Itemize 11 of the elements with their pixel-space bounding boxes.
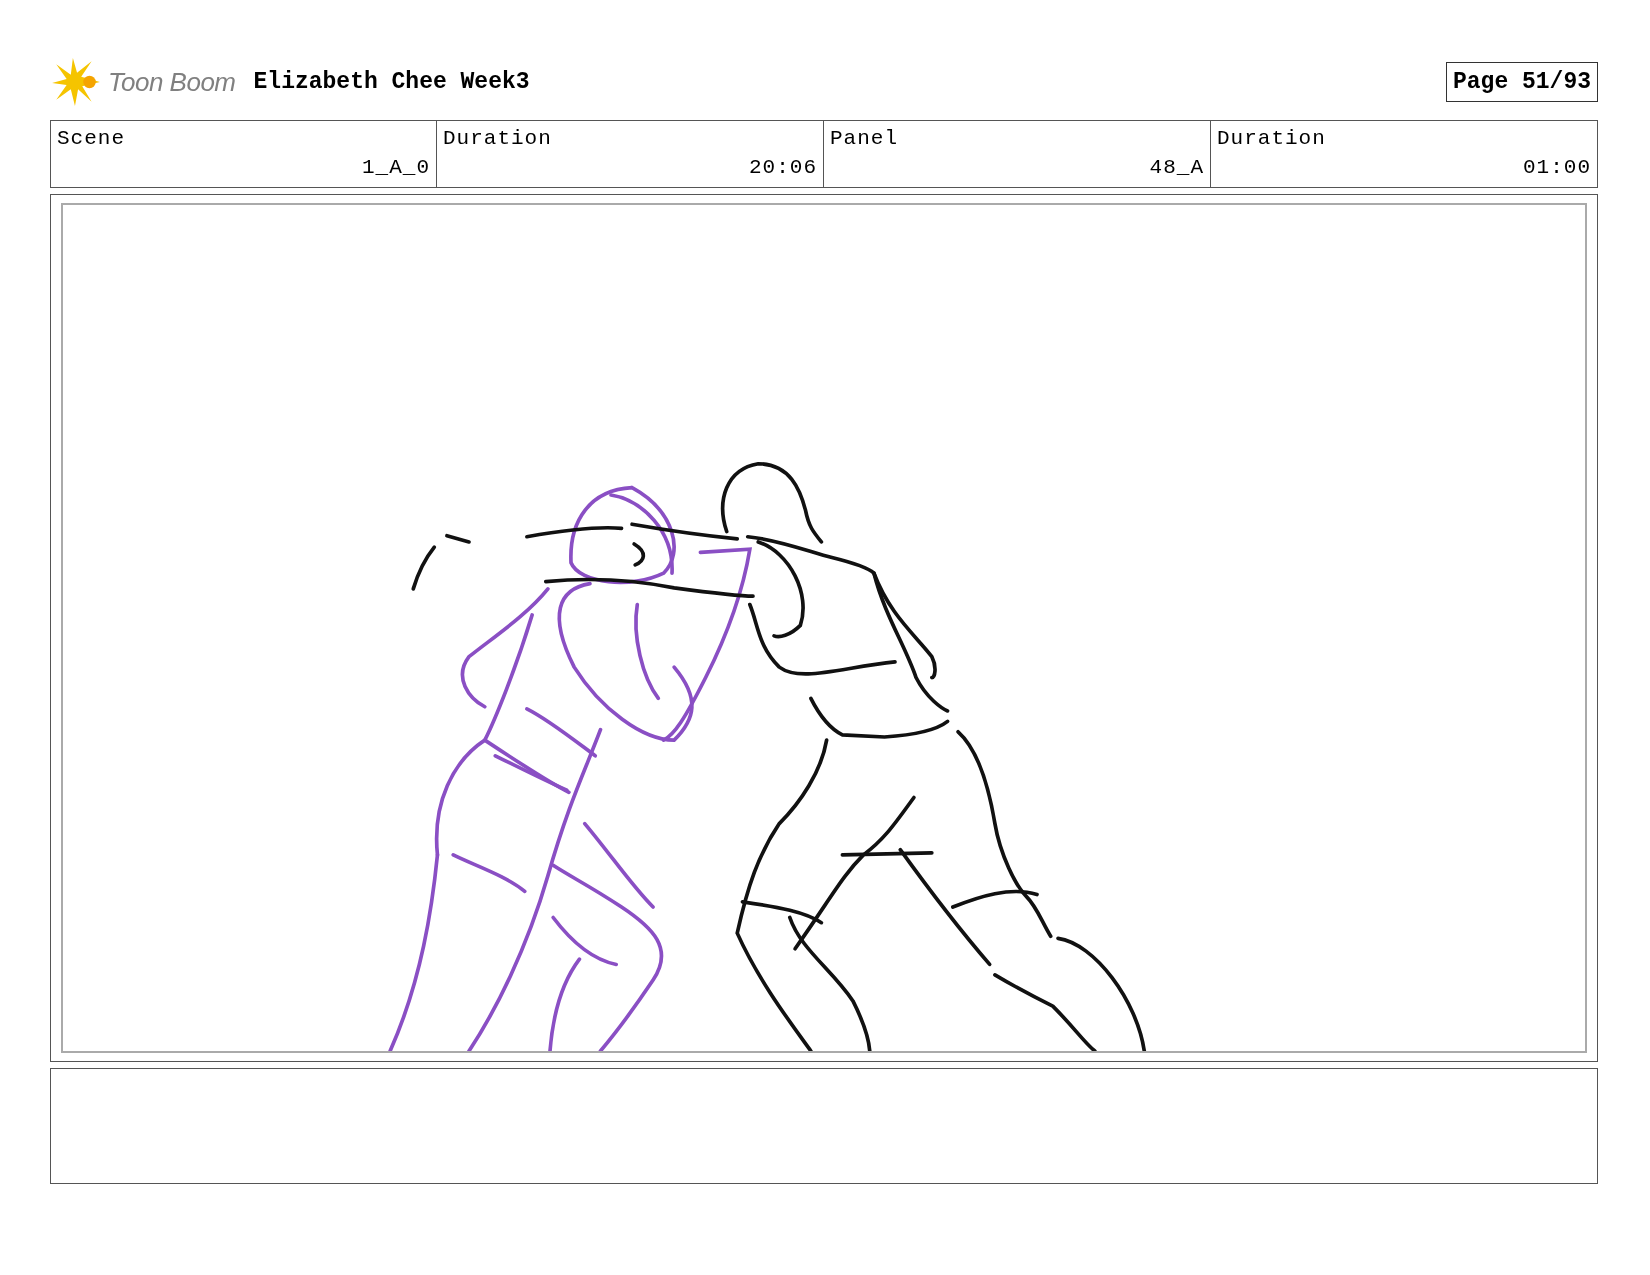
storyboard-title: Elizabeth Chee Week3 <box>253 69 530 95</box>
logo-text: Toon Boom <box>108 66 236 98</box>
field-label: Panel <box>830 127 899 150</box>
field-value: 20:06 <box>748 156 817 179</box>
field-value: 1_A_0 <box>361 156 430 179</box>
field-label: Duration <box>443 127 553 150</box>
field-value: 48_A <box>1148 156 1204 179</box>
field-label: Duration <box>1217 127 1327 150</box>
page-number: Page 51/93 <box>1445 62 1598 102</box>
field-value: 01:00 <box>1522 156 1591 179</box>
field-label: Scene <box>57 127 126 150</box>
